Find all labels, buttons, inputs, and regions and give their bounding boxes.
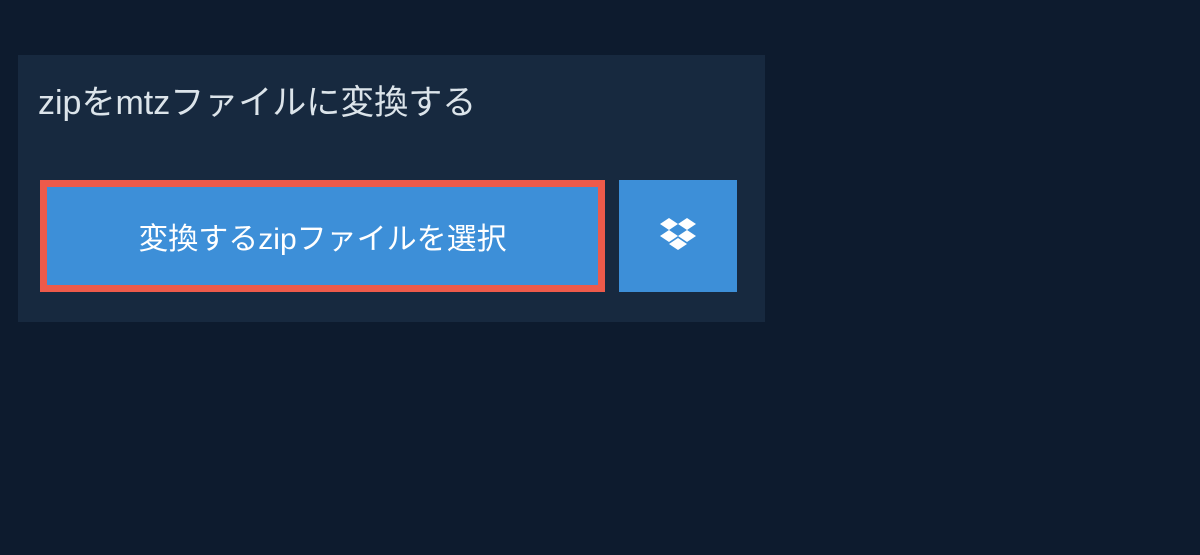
select-file-button-label: 変換するzipファイルを選択 <box>138 214 506 258</box>
button-row: 変換するzipファイルを選択 <box>18 142 765 292</box>
panel-title: zipをmtzファイルに変換する <box>18 55 496 142</box>
dropbox-button[interactable] <box>619 180 737 292</box>
converter-panel: zipをmtzファイルに変換する 変換するzipファイルを選択 <box>18 55 765 322</box>
select-file-button[interactable]: 変換するzipファイルを選択 <box>40 180 605 292</box>
dropbox-icon <box>660 218 696 255</box>
